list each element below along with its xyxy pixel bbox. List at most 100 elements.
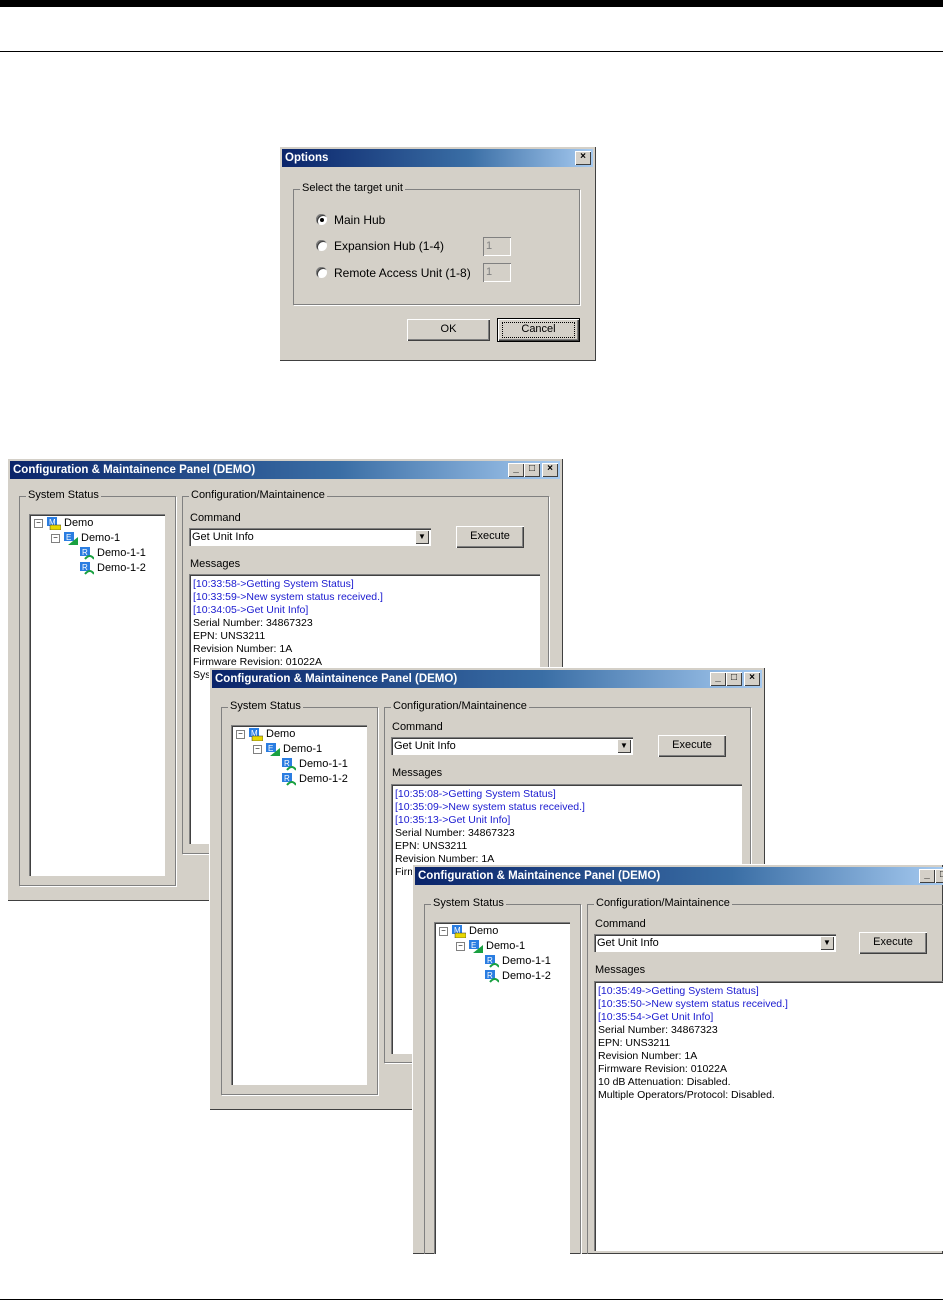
tree-item-demo-1-1[interactable]: R Demo-1-1 <box>79 546 146 560</box>
command-select[interactable]: Get Unit Info ▼ <box>189 528 431 546</box>
execute-button[interactable]: Execute <box>859 932 927 954</box>
main-hub-icon: M <box>46 516 62 530</box>
config-panel-title: Configuration & Maintainence Panel (DEMO… <box>418 870 661 882</box>
tree-item-demo[interactable]: M Demo <box>46 516 93 530</box>
minimize-icon[interactable]: _ <box>710 672 726 686</box>
command-select[interactable]: Get Unit Info ▼ <box>594 934 836 952</box>
tree-label: Demo-1-2 <box>299 773 348 785</box>
chevron-down-icon[interactable]: ▼ <box>415 530 429 544</box>
svg-text:E: E <box>268 744 273 753</box>
expansion-hub-number-field[interactable]: 1 <box>483 237 511 256</box>
chevron-down-icon[interactable]: ▼ <box>617 739 631 753</box>
messages-label: Messages <box>595 964 646 976</box>
tree-item-demo-1-2[interactable]: R Demo-1-2 <box>281 772 348 786</box>
remote-access-unit-label[interactable]: Remote Access Unit (1-8) <box>334 266 471 280</box>
configuration-title: Configuration/Maintainence <box>594 897 732 909</box>
page-header-rule <box>0 51 943 52</box>
collapse-icon[interactable]: − <box>439 927 448 936</box>
system-tree[interactable]: − M Demo − E Demo-1 R Demo-1-1 R Demo-1-2 <box>231 725 367 1085</box>
message-line: Revision Number: 1A <box>193 643 293 655</box>
tree-label: Demo-1-1 <box>97 547 146 559</box>
execute-button[interactable]: Execute <box>456 526 524 548</box>
tree-item-demo-1[interactable]: E Demo-1 <box>468 939 525 953</box>
message-line: [10:35:54->Get Unit Info] <box>598 1011 714 1023</box>
collapse-icon[interactable]: − <box>253 745 262 754</box>
tree-item-demo-1-1[interactable]: R Demo-1-1 <box>281 757 348 771</box>
close-icon[interactable]: × <box>542 463 558 477</box>
maximize-icon[interactable]: □ <box>935 869 943 883</box>
command-label: Command <box>595 918 646 930</box>
command-label: Command <box>392 721 443 733</box>
remote-unit-icon: R <box>79 561 95 575</box>
messages-label: Messages <box>392 767 443 779</box>
remote-unit-icon: R <box>484 954 500 968</box>
command-value: Get Unit Info <box>192 531 254 543</box>
system-tree[interactable]: − M Demo − E Demo-1 R Demo-1-1 R Demo-1-2 <box>434 922 570 1254</box>
tree-item-demo-1-1[interactable]: R Demo-1-1 <box>484 954 551 968</box>
command-label: Command <box>190 512 241 524</box>
expansion-hub-icon: E <box>468 939 483 953</box>
tree-label: Demo <box>64 517 94 529</box>
message-line: Serial Number: 34867323 <box>193 617 313 629</box>
messages-box[interactable]: [10:35:49->Getting System Status] [10:35… <box>594 981 943 1251</box>
svg-text:R: R <box>487 956 493 965</box>
message-line: [10:34:05->Get Unit Info] <box>193 604 309 616</box>
message-line: EPN: UNS3211 <box>193 630 266 642</box>
tree-item-demo-1-2[interactable]: R Demo-1-2 <box>484 969 551 983</box>
tree-item-demo-1-2[interactable]: R Demo-1-2 <box>79 561 146 575</box>
remote-access-unit-number-field[interactable]: 1 <box>483 263 511 282</box>
remote-unit-icon: R <box>79 546 95 560</box>
svg-text:E: E <box>66 533 71 542</box>
message-line: [10:35:49->Getting System Status] <box>598 985 759 997</box>
expansion-hub-radio[interactable] <box>316 240 327 251</box>
cancel-button[interactable]: Cancel <box>497 318 580 342</box>
options-titlebar: Options × <box>282 149 593 167</box>
collapse-icon[interactable]: − <box>236 730 245 739</box>
expansion-hub-label[interactable]: Expansion Hub (1-4) <box>334 239 444 253</box>
main-hub-label[interactable]: Main Hub <box>334 213 385 227</box>
tree-item-demo[interactable]: M Demo <box>451 924 498 938</box>
minimize-icon[interactable]: _ <box>508 463 524 477</box>
remote-access-unit-radio[interactable] <box>316 267 327 278</box>
tree-item-demo-1[interactable]: E Demo-1 <box>265 742 322 756</box>
close-icon[interactable]: × <box>575 151 591 165</box>
message-line: Revision Number: 1A <box>598 1050 698 1062</box>
message-line: Firmware Revision: 01022A <box>598 1063 727 1075</box>
ok-button[interactable]: OK <box>407 319 490 341</box>
svg-text:R: R <box>82 548 88 557</box>
message-line: [10:35:08->Getting System Status] <box>395 788 556 800</box>
collapse-icon[interactable]: − <box>34 519 43 528</box>
collapse-icon[interactable]: − <box>51 534 60 543</box>
message-line: [10:33:59->New system status received.] <box>193 591 383 603</box>
tree-label: Demo-1-1 <box>502 955 551 967</box>
tree-item-demo[interactable]: M Demo <box>248 727 295 741</box>
chevron-down-icon[interactable]: ▼ <box>820 936 834 950</box>
options-dialog: Options × Select the target unit Main Hu… <box>279 146 596 361</box>
execute-button[interactable]: Execute <box>658 735 726 757</box>
command-value: Get Unit Info <box>394 740 456 752</box>
message-line: [10:33:58->Getting System Status] <box>193 578 354 590</box>
message-line: [10:35:50->New system status received.] <box>598 998 788 1010</box>
svg-text:R: R <box>487 971 493 980</box>
system-status-title: System Status <box>26 489 101 501</box>
maximize-icon[interactable]: □ <box>524 463 540 477</box>
system-tree[interactable]: − M Demo − E Demo-1 R Demo-1-1 R Demo-1-2 <box>29 514 165 876</box>
target-unit-group-title: Select the target unit <box>300 182 405 194</box>
config-panel-window-3: Configuration & Maintainence Panel (DEMO… <box>412 864 943 1254</box>
config-panel-titlebar: Configuration & Maintainence Panel (DEMO… <box>212 670 762 688</box>
tree-label: Demo-1-2 <box>97 562 146 574</box>
close-icon[interactable]: × <box>744 672 760 686</box>
maximize-icon[interactable]: □ <box>726 672 742 686</box>
tree-item-demo-1[interactable]: E Demo-1 <box>63 531 120 545</box>
command-value: Get Unit Info <box>597 937 659 949</box>
svg-text:R: R <box>284 759 290 768</box>
tree-label: Demo-1-2 <box>502 970 551 982</box>
configuration-group: Configuration/Maintainence Command Get U… <box>587 897 943 1254</box>
command-select[interactable]: Get Unit Info ▼ <box>391 737 633 755</box>
svg-text:E: E <box>471 941 476 950</box>
configuration-title: Configuration/Maintainence <box>391 700 529 712</box>
message-line: EPN: UNS3211 <box>598 1037 671 1049</box>
minimize-icon[interactable]: _ <box>919 869 935 883</box>
collapse-icon[interactable]: − <box>456 942 465 951</box>
main-hub-radio[interactable] <box>316 214 327 225</box>
